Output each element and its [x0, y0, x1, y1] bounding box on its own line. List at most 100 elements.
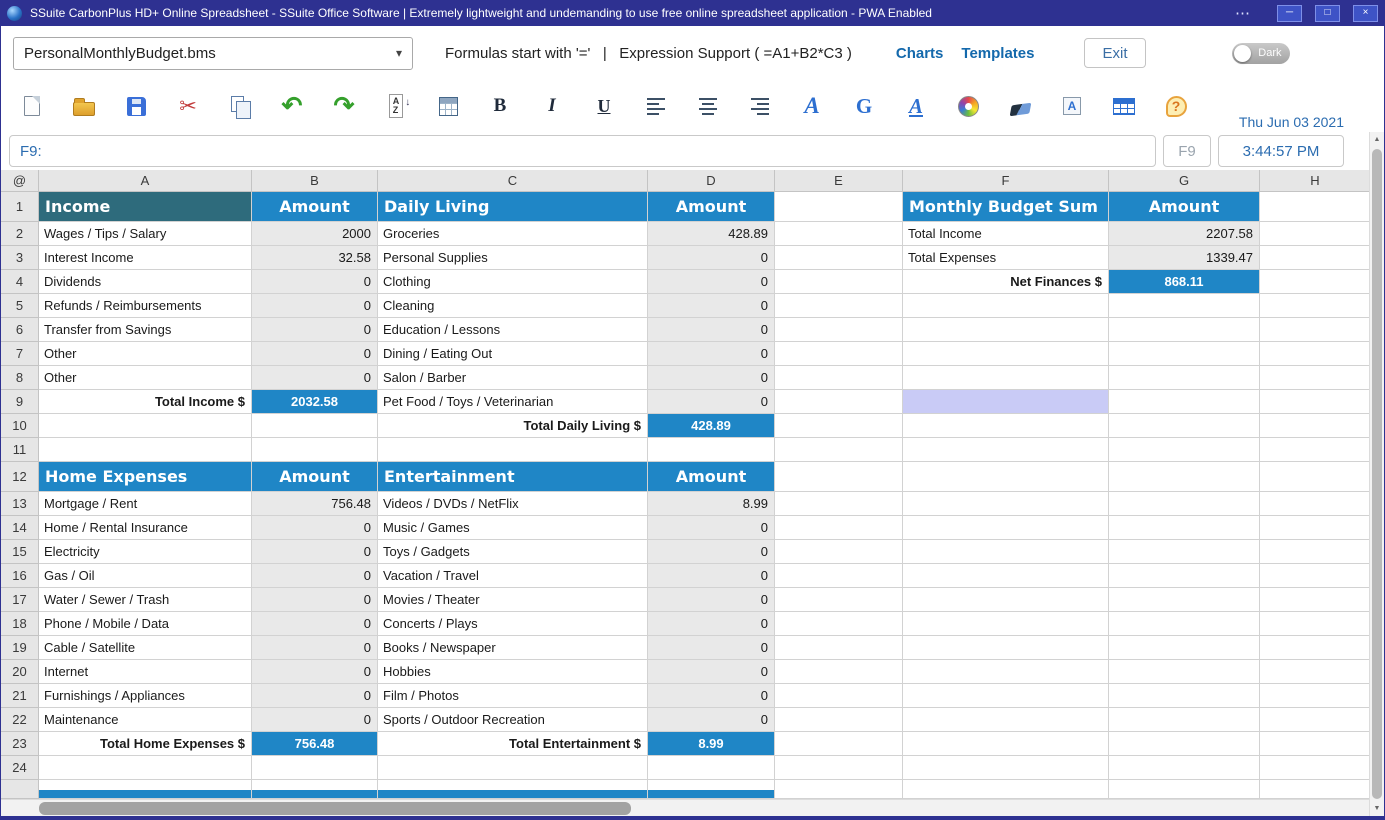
cell-F8[interactable] [903, 366, 1109, 390]
select-all-corner[interactable]: @ [1, 170, 39, 192]
cell-E14[interactable] [775, 516, 903, 540]
cell-F1[interactable]: Monthly Budget Sum [903, 192, 1109, 222]
cell-A6[interactable]: Transfer from Savings [39, 318, 252, 342]
row-header-8[interactable]: 8 [1, 366, 39, 390]
row-header-21[interactable]: 21 [1, 684, 39, 708]
cell-C[interactable] [378, 780, 648, 799]
cell-H16[interactable] [1260, 564, 1371, 588]
cell-G13[interactable] [1109, 492, 1260, 516]
cell-D24[interactable] [648, 756, 775, 780]
cell-B14[interactable]: 0 [252, 516, 378, 540]
cell-H3[interactable] [1260, 246, 1371, 270]
cell-D9[interactable]: 0 [648, 390, 775, 414]
cell-H2[interactable] [1260, 222, 1371, 246]
cell-G4[interactable]: 868.11 [1109, 270, 1260, 294]
cell-G16[interactable] [1109, 564, 1260, 588]
cell-E22[interactable] [775, 708, 903, 732]
horizontal-scrollbar[interactable] [1, 799, 1371, 816]
row-header-1[interactable]: 1 [1, 192, 39, 222]
align-center-icon[interactable] [693, 89, 723, 123]
row-header-17[interactable]: 17 [1, 588, 39, 612]
align-right-icon[interactable] [745, 89, 775, 123]
cell-G7[interactable] [1109, 342, 1260, 366]
horizontal-scroll-thumb[interactable] [39, 802, 631, 815]
cell-E24[interactable] [775, 756, 903, 780]
cell-E2[interactable] [775, 222, 903, 246]
row-header-11[interactable]: 11 [1, 438, 39, 462]
cell-A14[interactable]: Home / Rental Insurance [39, 516, 252, 540]
minimize-button[interactable]: ─ [1277, 4, 1302, 22]
cell-A20[interactable]: Internet [39, 660, 252, 684]
scroll-down-icon[interactable]: ▼ [1370, 801, 1384, 816]
cell-H10[interactable] [1260, 414, 1371, 438]
cell-E3[interactable] [775, 246, 903, 270]
copy-icon[interactable] [225, 89, 255, 123]
cell-F14[interactable] [903, 516, 1109, 540]
calculator-icon[interactable] [433, 89, 463, 123]
cell-C11[interactable] [378, 438, 648, 462]
cell-G9[interactable] [1109, 390, 1260, 414]
cell-E9[interactable] [775, 390, 903, 414]
cell-C23[interactable]: Total Entertainment $ [378, 732, 648, 756]
cell-F[interactable] [903, 780, 1109, 799]
cell-B20[interactable]: 0 [252, 660, 378, 684]
cell-A3[interactable]: Interest Income [39, 246, 252, 270]
cell-H9[interactable] [1260, 390, 1371, 414]
templates-link[interactable]: Templates [961, 45, 1034, 62]
cell-E5[interactable] [775, 294, 903, 318]
cell-H19[interactable] [1260, 636, 1371, 660]
cell-C1[interactable]: Daily Living [378, 192, 648, 222]
cell-H6[interactable] [1260, 318, 1371, 342]
cell-C9[interactable]: Pet Food / Toys / Veterinarian [378, 390, 648, 414]
cell-H20[interactable] [1260, 660, 1371, 684]
cell-G23[interactable] [1109, 732, 1260, 756]
cell-B12[interactable]: Amount [252, 462, 378, 492]
cell-D21[interactable]: 0 [648, 684, 775, 708]
cell-G17[interactable] [1109, 588, 1260, 612]
row-header-5[interactable]: 5 [1, 294, 39, 318]
cell-C22[interactable]: Sports / Outdoor Recreation [378, 708, 648, 732]
cell-F4[interactable]: Net Finances $ [903, 270, 1109, 294]
cell-C17[interactable]: Movies / Theater [378, 588, 648, 612]
cell-E15[interactable] [775, 540, 903, 564]
cell-G20[interactable] [1109, 660, 1260, 684]
cell-G14[interactable] [1109, 516, 1260, 540]
bold-icon[interactable]: B [485, 89, 515, 123]
cell-D[interactable] [648, 780, 775, 799]
row-header-3[interactable]: 3 [1, 246, 39, 270]
column-header-A[interactable]: A [39, 170, 252, 192]
cell-C20[interactable]: Hobbies [378, 660, 648, 684]
cell-C14[interactable]: Music / Games [378, 516, 648, 540]
cell-E1[interactable] [775, 192, 903, 222]
cell-G2[interactable]: 2207.58 [1109, 222, 1260, 246]
cell-D10[interactable]: 428.89 [648, 414, 775, 438]
italic-icon[interactable]: I [537, 89, 567, 123]
cell-G8[interactable] [1109, 366, 1260, 390]
cell-A8[interactable]: Other [39, 366, 252, 390]
cell-H21[interactable] [1260, 684, 1371, 708]
cell-E19[interactable] [775, 636, 903, 660]
font-color-icon[interactable]: A [797, 89, 827, 123]
cell-B24[interactable] [252, 756, 378, 780]
cell-C5[interactable]: Cleaning [378, 294, 648, 318]
cell-B7[interactable]: 0 [252, 342, 378, 366]
cell-H24[interactable] [1260, 756, 1371, 780]
cell-D13[interactable]: 8.99 [648, 492, 775, 516]
cell-C19[interactable]: Books / Newspaper [378, 636, 648, 660]
cell-G6[interactable] [1109, 318, 1260, 342]
cell-G5[interactable] [1109, 294, 1260, 318]
cell-D8[interactable]: 0 [648, 366, 775, 390]
cell-B17[interactable]: 0 [252, 588, 378, 612]
cell-E[interactable] [775, 780, 903, 799]
cell-G21[interactable] [1109, 684, 1260, 708]
row-header-18[interactable]: 18 [1, 612, 39, 636]
cell-F24[interactable] [903, 756, 1109, 780]
cell-A13[interactable]: Mortgage / Rent [39, 492, 252, 516]
cell-H1[interactable] [1260, 192, 1371, 222]
cell-A1[interactable]: Income [39, 192, 252, 222]
cell-B22[interactable]: 0 [252, 708, 378, 732]
cell-A12[interactable]: Home Expenses [39, 462, 252, 492]
cell-G11[interactable] [1109, 438, 1260, 462]
cell-E20[interactable] [775, 660, 903, 684]
cell-C18[interactable]: Concerts / Plays [378, 612, 648, 636]
